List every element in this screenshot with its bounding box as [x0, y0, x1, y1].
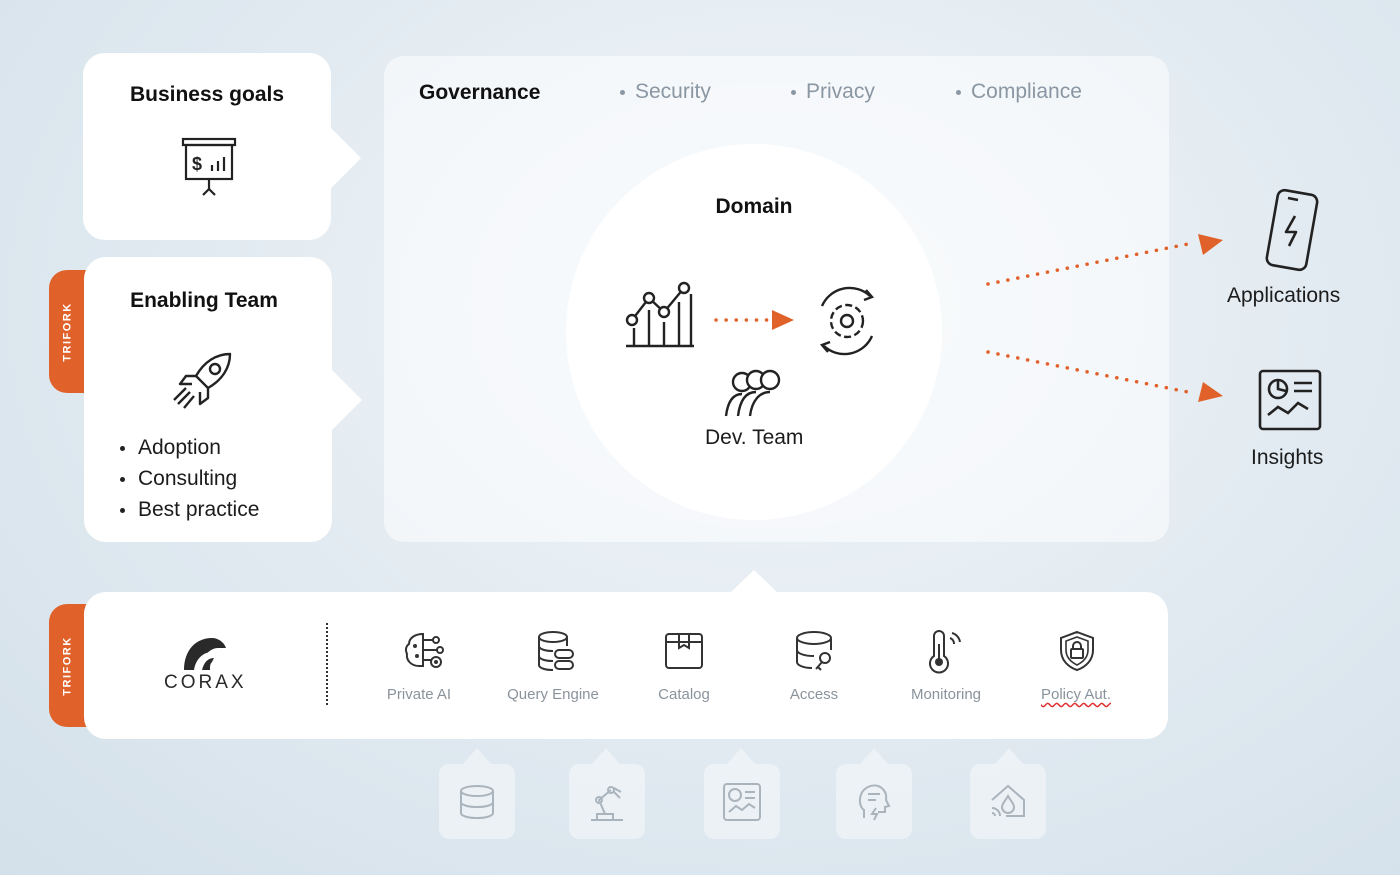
trifork-tab-label: TRIFORK: [62, 635, 75, 696]
head-lightning-icon: [858, 784, 891, 821]
trifork-tab-label: TRIFORK: [62, 301, 75, 362]
governance-item-label: Privacy: [806, 80, 875, 103]
rocket-icon: [173, 352, 232, 409]
database-key-icon: [796, 631, 832, 671]
source-smart-home: [970, 764, 1046, 839]
tool-label-policy: Policy Aut.: [1026, 686, 1126, 703]
shield-lock-icon: [1060, 630, 1094, 672]
enabling-team-bullets: Adoption Consulting Best practice: [118, 432, 259, 525]
governance-item-label: Compliance: [971, 80, 1082, 103]
catalog-box-icon: [665, 633, 703, 669]
trifork-tab-top: TRIFORK: [49, 270, 87, 393]
svg-text:$: $: [192, 154, 202, 174]
dev-team-label: Dev. Team: [705, 426, 804, 449]
gear-cycle-icon: [819, 286, 875, 356]
corax-bird-icon: [184, 638, 226, 670]
business-goals-pointer: [331, 128, 361, 188]
smart-home-icon: [991, 784, 1025, 817]
analytics-chart-icon: [625, 281, 694, 348]
governance-item-privacy: Privacy: [791, 80, 875, 104]
source-report: [704, 764, 780, 839]
bullet-item: Adoption: [118, 432, 259, 463]
tool-label-access: Access: [789, 686, 839, 703]
applications-label: Applications: [1227, 284, 1341, 307]
domain-title: Domain: [715, 195, 793, 218]
source-pointer: [463, 748, 491, 764]
source-robot: [569, 764, 645, 839]
smartphone-lightning-icon: [1265, 188, 1319, 272]
source-pointer: [727, 748, 755, 764]
source-pointer: [592, 748, 620, 764]
database-query-icon: [538, 631, 574, 671]
dotted-arrow-icon: [714, 310, 794, 330]
governance-item-compliance: Compliance: [956, 80, 1082, 104]
source-pointer: [860, 748, 888, 764]
business-goals-card: Business goals $: [83, 53, 331, 240]
report-chart-icon: [1258, 369, 1322, 431]
source-database: [439, 764, 515, 839]
bullet-item: Best practice: [118, 494, 259, 525]
database-icon: [460, 785, 494, 820]
tool-label-catalog: Catalog: [658, 686, 710, 703]
policy-label-text: Policy Aut.: [1040, 686, 1112, 703]
arrow-to-applications: [986, 234, 1223, 286]
report-icon: [723, 783, 761, 821]
governance-item-label: Security: [635, 80, 711, 103]
presentation-dollar-chart-icon: $: [181, 137, 237, 196]
arrow-to-insights: [986, 350, 1223, 402]
governance-title: Governance: [419, 81, 541, 104]
insights-label: Insights: [1251, 446, 1324, 469]
robot-arm-icon: [591, 786, 623, 821]
tool-label-query-engine: Query Engine: [507, 686, 599, 703]
platform-pointer: [730, 570, 778, 593]
platform-bar: [84, 592, 1168, 739]
tool-label-monitoring: Monitoring: [910, 686, 982, 703]
corax-logo-text: CORAX: [164, 672, 247, 693]
people-group-icon: [724, 369, 781, 417]
source-pointer: [995, 748, 1023, 764]
platform-divider: [326, 623, 328, 705]
enabling-team-pointer: [332, 370, 362, 430]
tool-label-private-ai: Private AI: [386, 686, 452, 703]
trifork-tab-bottom: TRIFORK: [49, 604, 87, 727]
thermometer-signal-icon: [929, 630, 961, 674]
enabling-team-title: Enabling Team: [130, 289, 278, 312]
business-goals-title: Business goals: [129, 83, 285, 106]
governance-item-security: Security: [620, 80, 711, 104]
source-head: [836, 764, 912, 839]
bullet-item: Consulting: [118, 463, 259, 494]
ai-brain-icon: [404, 632, 444, 668]
